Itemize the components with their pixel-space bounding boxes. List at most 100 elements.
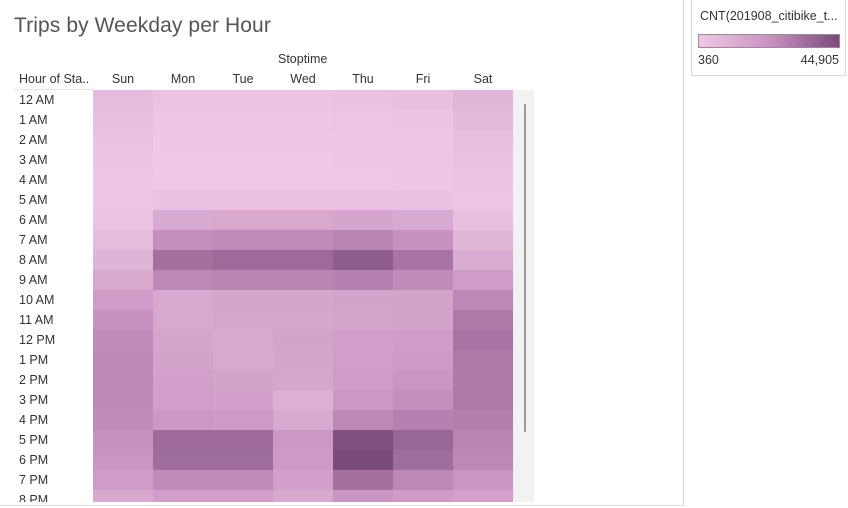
- heatmap-cell[interactable]: [153, 190, 213, 210]
- row-label-7-am[interactable]: 7 AM: [19, 230, 48, 250]
- heatmap-cell[interactable]: [453, 310, 513, 330]
- heatmap-cell[interactable]: [333, 130, 393, 150]
- heatmap-cell[interactable]: [93, 430, 153, 450]
- heatmap-cell[interactable]: [93, 490, 153, 502]
- heatmap-cell[interactable]: [153, 330, 213, 350]
- heatmap-cell[interactable]: [453, 250, 513, 270]
- row-label-12-am[interactable]: 12 AM: [19, 90, 54, 110]
- row-label-2-am[interactable]: 2 AM: [19, 130, 48, 150]
- heatmap-cell[interactable]: [213, 430, 273, 450]
- heatmap-cell[interactable]: [213, 410, 273, 430]
- heatmap-cell[interactable]: [93, 450, 153, 470]
- heatmap-cell[interactable]: [213, 350, 273, 370]
- heatmap-cell[interactable]: [213, 150, 273, 170]
- heatmap-cell[interactable]: [153, 250, 213, 270]
- heatmap-cell[interactable]: [453, 110, 513, 130]
- column-header-tue[interactable]: Tue: [213, 72, 273, 86]
- row-label-2-pm[interactable]: 2 PM: [19, 370, 48, 390]
- heatmap-cell[interactable]: [333, 170, 393, 190]
- heatmap-cell[interactable]: [213, 230, 273, 250]
- heatmap-cell[interactable]: [453, 290, 513, 310]
- heatmap-cell[interactable]: [393, 150, 453, 170]
- heatmap-cell[interactable]: [153, 130, 213, 150]
- heatmap-cell[interactable]: [213, 290, 273, 310]
- heatmap-cell[interactable]: [393, 410, 453, 430]
- column-header-fri[interactable]: Fri: [393, 72, 453, 86]
- heatmap-cell[interactable]: [393, 450, 453, 470]
- heatmap-cell[interactable]: [273, 190, 333, 210]
- heatmap-cell[interactable]: [213, 90, 273, 110]
- heatmap-cell[interactable]: [93, 270, 153, 290]
- heatmap-cell[interactable]: [153, 230, 213, 250]
- heatmap-cell[interactable]: [333, 410, 393, 430]
- row-label-3-pm[interactable]: 3 PM: [19, 390, 48, 410]
- heatmap-cell[interactable]: [333, 470, 393, 490]
- heatmap-cell[interactable]: [213, 370, 273, 390]
- heatmap-cell[interactable]: [393, 430, 453, 450]
- heatmap-cell[interactable]: [93, 290, 153, 310]
- heatmap-cell[interactable]: [93, 250, 153, 270]
- heatmap-cell[interactable]: [213, 170, 273, 190]
- row-label-11-am[interactable]: 11 AM: [19, 310, 54, 330]
- heatmap-cell[interactable]: [453, 390, 513, 410]
- heatmap-cell[interactable]: [273, 110, 333, 130]
- heatmap-cell[interactable]: [333, 390, 393, 410]
- heatmap-cell[interactable]: [393, 330, 453, 350]
- heatmap-cell[interactable]: [273, 130, 333, 150]
- legend-title[interactable]: CNT(201908_citibike_t...: [700, 9, 840, 23]
- heatmap-cell[interactable]: [393, 350, 453, 370]
- heatmap-cell[interactable]: [93, 130, 153, 150]
- heatmap-cell[interactable]: [153, 410, 213, 430]
- heatmap-cell[interactable]: [393, 130, 453, 150]
- heatmap-cell[interactable]: [333, 230, 393, 250]
- heatmap-cell[interactable]: [93, 330, 153, 350]
- heatmap-cell[interactable]: [333, 250, 393, 270]
- column-header-thu[interactable]: Thu: [333, 72, 393, 86]
- heatmap-cell[interactable]: [93, 190, 153, 210]
- heatmap-cell[interactable]: [333, 330, 393, 350]
- heatmap-cell[interactable]: [453, 470, 513, 490]
- heatmap-cell[interactable]: [273, 310, 333, 330]
- heatmap-cell[interactable]: [333, 430, 393, 450]
- heatmap-cell[interactable]: [393, 470, 453, 490]
- row-label-3-am[interactable]: 3 AM: [19, 150, 48, 170]
- heatmap-cell[interactable]: [153, 310, 213, 330]
- heatmap-cell[interactable]: [393, 110, 453, 130]
- heatmap-cell[interactable]: [453, 410, 513, 430]
- heatmap-cell[interactable]: [273, 370, 333, 390]
- heatmap-cell[interactable]: [333, 150, 393, 170]
- heatmap-cell[interactable]: [273, 490, 333, 502]
- heatmap-cell[interactable]: [333, 110, 393, 130]
- column-header-sun[interactable]: Sun: [93, 72, 153, 86]
- heatmap-cell[interactable]: [153, 450, 213, 470]
- heatmap-cell[interactable]: [273, 230, 333, 250]
- heatmap-cell[interactable]: [273, 90, 333, 110]
- column-header-mon[interactable]: Mon: [153, 72, 213, 86]
- heatmap-cell[interactable]: [213, 330, 273, 350]
- heatmap-cell[interactable]: [93, 470, 153, 490]
- heatmap-cell[interactable]: [213, 450, 273, 470]
- heatmap-cell[interactable]: [153, 490, 213, 502]
- heatmap-cell[interactable]: [153, 110, 213, 130]
- row-label-5-pm[interactable]: 5 PM: [19, 430, 48, 450]
- heatmap-cell[interactable]: [153, 210, 213, 230]
- row-label-8-pm[interactable]: 8 PM: [19, 490, 48, 502]
- heatmap-cell[interactable]: [453, 490, 513, 502]
- heatmap-cell[interactable]: [93, 230, 153, 250]
- heatmap-cell[interactable]: [213, 110, 273, 130]
- heatmap-cell[interactable]: [93, 210, 153, 230]
- row-label-1-pm[interactable]: 1 PM: [19, 350, 48, 370]
- row-label-12-pm[interactable]: 12 PM: [19, 330, 55, 350]
- heatmap-cell[interactable]: [273, 430, 333, 450]
- heatmap-cell[interactable]: [453, 270, 513, 290]
- heatmap-cell[interactable]: [153, 430, 213, 450]
- heatmap-cell[interactable]: [93, 90, 153, 110]
- heatmap-cell[interactable]: [393, 170, 453, 190]
- row-label-1-am[interactable]: 1 AM: [19, 110, 48, 130]
- heatmap-cell[interactable]: [273, 350, 333, 370]
- heatmap-cell[interactable]: [273, 290, 333, 310]
- heatmap-cell[interactable]: [393, 230, 453, 250]
- heatmap-cell[interactable]: [213, 490, 273, 502]
- heatmap-cell[interactable]: [453, 230, 513, 250]
- heatmap-cell[interactable]: [153, 90, 213, 110]
